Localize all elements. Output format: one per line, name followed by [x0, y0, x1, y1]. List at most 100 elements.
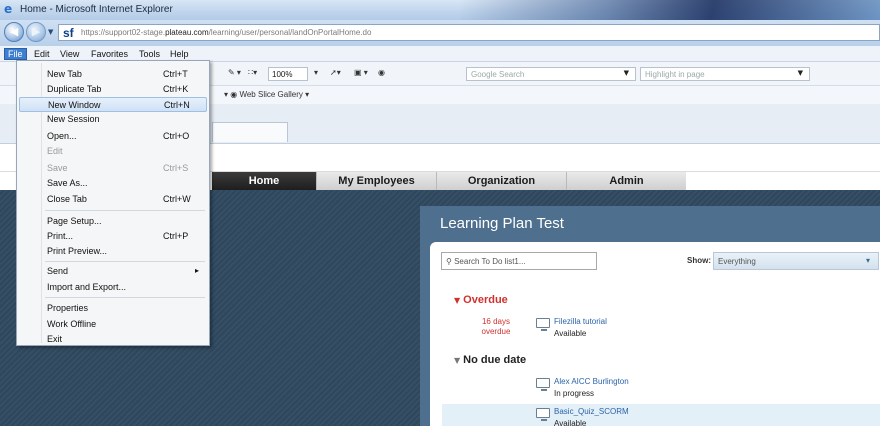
menu-item-edit: Edit	[19, 144, 207, 159]
tool-c-icon[interactable]: ▣ ▾	[354, 68, 368, 77]
show-label: Show:	[687, 256, 711, 265]
menu-item-new-tab[interactable]: New Tab Ctrl+T	[19, 67, 207, 82]
menu-item-send[interactable]: Send ▸	[19, 264, 207, 279]
chevron-down-icon: ▾	[865, 256, 870, 265]
menu-item-label: Save	[47, 163, 68, 173]
ie-logo-icon: e	[4, 2, 13, 16]
address-input[interactable]: sf https://support02-stage.plateau.com/l…	[58, 24, 880, 41]
no-due-date-heading-label: No due date	[463, 354, 527, 366]
menu-item-shortcut: Ctrl+O	[163, 131, 190, 141]
menu-item-new-session[interactable]: New Session	[19, 112, 207, 127]
grid-tool-icon[interactable]: ∷▾	[248, 68, 257, 77]
list-item-highlight[interactable]	[442, 404, 880, 426]
course-status: Available	[554, 419, 587, 426]
menu-help[interactable]: Help	[166, 48, 193, 60]
course-monitor-icon	[536, 318, 550, 331]
menu-item-label: Close Tab	[47, 194, 87, 204]
highlight-placeholder: Highlight in page	[645, 70, 705, 79]
google-search-input[interactable]: Google Search ▼	[466, 67, 636, 81]
course-status: Available	[554, 329, 587, 338]
zoom-dropdown-icon[interactable]: ▾	[314, 68, 318, 77]
nav-tab-organization[interactable]: Organization	[436, 172, 566, 190]
file-menu-dropdown: New Tab Ctrl+T Duplicate Tab Ctrl+K New Wi…	[16, 60, 210, 346]
overdue-days-badge: 16 days overdue	[468, 317, 524, 337]
url-domain: plateau.com	[165, 28, 209, 37]
menu-item-open[interactable]: Open... Ctrl+O	[19, 129, 207, 144]
tool-b-icon[interactable]: ➚▾	[330, 68, 341, 77]
show-filter-select[interactable]: Everything ▾	[713, 252, 879, 270]
menu-item-label: Save As...	[47, 178, 88, 188]
menu-item-shortcut: Ctrl+K	[163, 84, 189, 94]
menu-item-label: Page Setup...	[47, 216, 102, 226]
overdue-heading[interactable]: ▼ Overdue	[454, 294, 508, 306]
nav-tab-home[interactable]: Home	[212, 172, 316, 190]
collapse-triangle-icon: ▼	[454, 296, 461, 305]
menu-item-shortcut: Ctrl+S	[163, 163, 189, 173]
tool-d-icon[interactable]: ◉	[378, 68, 385, 77]
menu-item-print[interactable]: Print... Ctrl+P	[19, 229, 207, 244]
todo-search-input[interactable]: ⚲ Search To Do list1...	[441, 252, 597, 270]
nav-tab-admin[interactable]: Admin	[566, 172, 686, 190]
menu-item-shortcut: Ctrl+N	[164, 100, 190, 110]
show-filter-value: Everything	[718, 257, 756, 266]
menu-item-label: Work Offline	[47, 319, 97, 329]
course-title-link[interactable]: Basic_Quiz_SCORM	[554, 407, 629, 416]
nav-tab-my-employees[interactable]: My Employees	[316, 172, 436, 190]
menu-item-label: Edit	[47, 146, 63, 156]
menu-item-label: Send	[47, 266, 69, 276]
menu-item-shortcut: Ctrl+W	[163, 194, 191, 204]
submenu-arrow-icon: ▸	[194, 266, 199, 275]
menu-edit[interactable]: Edit	[30, 48, 54, 60]
menu-item-shortcut: Ctrl+P	[163, 231, 189, 241]
course-monitor-icon	[536, 378, 550, 391]
menu-view[interactable]: View	[56, 48, 83, 60]
menu-item-work-offline[interactable]: Work Offline	[19, 317, 207, 332]
search-dropdown-icon[interactable]: ▼	[624, 69, 629, 77]
course-title-link[interactable]: Alex AICC Burlington	[554, 377, 629, 386]
url-prefix: https://support02-stage.	[81, 28, 166, 37]
url-path: /learning/user/personal/landOnPortalHome…	[208, 28, 372, 37]
menu-item-label: New Window	[48, 100, 101, 110]
web-slice-gallery-link[interactable]: ▾ ◉ Web Slice Gallery ▾	[224, 90, 309, 99]
window-title: Home - Microsoft Internet Explorer	[20, 4, 173, 15]
menu-item-label: New Tab	[47, 69, 82, 79]
course-monitor-icon	[536, 408, 550, 421]
back-button[interactable]: ◀	[4, 22, 24, 42]
menu-item-label: Properties	[47, 303, 89, 313]
menu-item-duplicate-tab[interactable]: Duplicate Tab Ctrl+K	[19, 82, 207, 97]
menu-item-save: Save Ctrl+S	[19, 161, 207, 176]
menu-item-close-tab[interactable]: Close Tab Ctrl+W	[19, 192, 207, 207]
menu-item-properties[interactable]: Properties	[19, 301, 207, 316]
menu-favorites[interactable]: Favorites	[87, 48, 132, 60]
menu-item-exit[interactable]: Exit	[19, 332, 207, 347]
menu-item-print-preview[interactable]: Print Preview...	[19, 244, 207, 259]
address-row: ◀ ▶ ▼ sf https://support02-stage.plateau…	[0, 20, 880, 46]
course-title-link[interactable]: Filezilla tutorial	[554, 317, 607, 326]
menu-item-save-as[interactable]: Save As...	[19, 176, 207, 191]
todo-card: ⚲ Search To Do list1... Show: Everything…	[430, 242, 880, 426]
forward-button[interactable]: ▶	[26, 22, 46, 42]
no-due-date-heading[interactable]: ▼ No due date	[454, 354, 526, 366]
menu-item-new-window[interactable]: New Window Ctrl+N	[19, 97, 207, 112]
menu-item-label: Duplicate Tab	[47, 84, 102, 94]
todo-search-placeholder: Search To Do list1...	[454, 257, 526, 266]
pen-tool-icon[interactable]: ✎ ▾	[228, 68, 241, 77]
learning-plan-title: Learning Plan Test	[440, 215, 564, 232]
site-favicon: sf	[63, 26, 74, 40]
menu-item-label: New Session	[47, 114, 100, 124]
menu-item-import-export[interactable]: Import and Export...	[19, 280, 207, 295]
titlebar-glass	[460, 0, 880, 20]
menu-file[interactable]: File	[4, 48, 27, 60]
collapse-triangle-icon: ▼	[454, 356, 461, 365]
new-tab-button[interactable]	[212, 122, 288, 142]
menu-item-label: Exit	[47, 334, 63, 344]
highlight-input[interactable]: Highlight in page ▼	[640, 67, 810, 81]
overdue-heading-label: Overdue	[463, 294, 508, 306]
zoom-select[interactable]: 100%	[268, 67, 308, 81]
menu-item-page-setup[interactable]: Page Setup...	[19, 214, 207, 229]
learning-plan-panel: Learning Plan Test ⚲ Search To Do list1.…	[420, 206, 880, 426]
site-nav: Home My Employees Organization Admin	[212, 172, 686, 190]
highlight-dropdown-icon[interactable]: ▼	[798, 69, 803, 77]
menu-tools[interactable]: Tools	[135, 48, 164, 60]
recent-pages-dropdown-icon[interactable]: ▼	[48, 28, 53, 36]
